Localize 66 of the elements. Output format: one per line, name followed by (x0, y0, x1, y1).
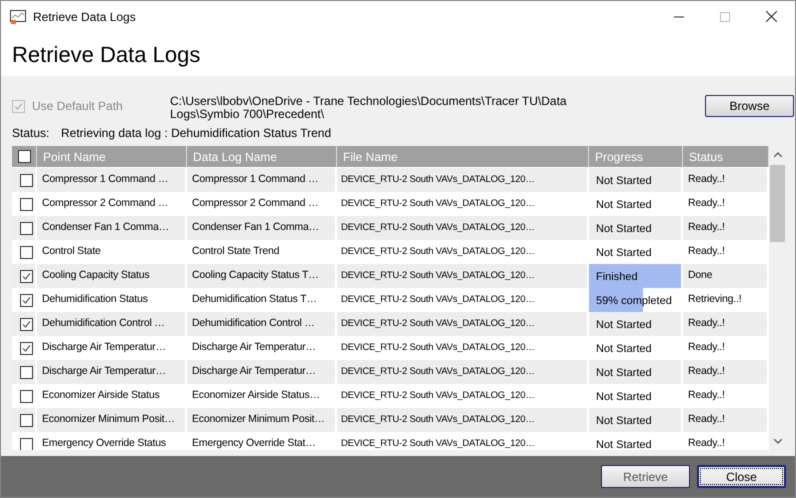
scroll-down-icon[interactable] (774, 439, 782, 444)
table-cell: Ready..! (683, 408, 767, 432)
column-header[interactable]: Point Name (37, 146, 187, 167)
status-text: Retrieving data log : Dehumidification Status Trend (61, 125, 332, 142)
progress-text: Not Started (595, 318, 652, 334)
scroll-thumb[interactable] (770, 165, 785, 242)
progress-text: Not Started (595, 222, 652, 238)
table-cell: Cooling Capacity Status T… (187, 264, 335, 288)
column-header[interactable]: File Name (337, 146, 589, 167)
progress-text: Not Started (595, 174, 652, 190)
select-all-checkbox[interactable] (18, 150, 30, 163)
progress-text: 59% completed (595, 294, 672, 310)
table-cell: DEVICE_RTU-2 South VAVs_DATALOG_120… (337, 264, 587, 288)
table-cell: DEVICE_RTU-2 South VAVs_DATALOG_120… (337, 360, 587, 384)
table-cell: Dehumidification Control … (37, 312, 185, 336)
table-cell: Economizer Minimum Posit… (187, 408, 335, 432)
row-checkbox[interactable] (20, 414, 33, 426)
table-cell: Cooling Capacity Status (37, 264, 185, 288)
row-checkbox[interactable] (20, 270, 33, 282)
progress-text: Not Started (595, 198, 652, 214)
progress-text: Not Started (595, 414, 652, 430)
scroll-up-icon[interactable] (774, 152, 782, 157)
progress-text: Not Started (595, 246, 652, 262)
row-checkbox[interactable] (20, 318, 33, 330)
table-cell: Ready..! (683, 312, 767, 336)
row-checkbox[interactable] (20, 174, 33, 186)
table-cell: Condenser Fan 1 Comma… (37, 216, 185, 240)
progress-text: Not Started (595, 438, 652, 450)
row-checkbox[interactable] (20, 390, 33, 402)
row-checkbox[interactable] (20, 246, 33, 258)
app-icon (10, 10, 26, 24)
close-icon[interactable] (766, 11, 777, 22)
column-header[interactable]: Data Log Name (187, 146, 337, 167)
progress-text: Finished (595, 270, 638, 286)
table-cell: DEVICE_RTU-2 South VAVs_DATALOG_120… (337, 312, 587, 336)
progress-text: Not Started (595, 390, 652, 406)
row-checkbox[interactable] (20, 294, 33, 306)
table-cell: Economizer Minimum Posit… (37, 408, 185, 432)
status-label: Status: (12, 125, 50, 142)
column-header[interactable]: Progress (589, 146, 683, 167)
close-button[interactable]: Close (697, 465, 786, 488)
table-cell: Dehumidification Control … (187, 312, 335, 336)
table-cell: Condenser Fan 1 Comma… (187, 216, 335, 240)
progress-text: Not Started (595, 342, 652, 358)
retrieve-button[interactable]: Retrieve (601, 465, 690, 488)
path-text: C:\Users\lbobv\OneDrive - Trane Technologies\Documents\Tracer TU\Data Logs\Symbio 700\Precedent\ (170, 95, 568, 121)
table-cell: DEVICE_RTU-2 South VAVs_DATALOG_120… (337, 168, 587, 192)
browse-button[interactable]: Browse (705, 95, 794, 117)
table-cell: Discharge Air Temperatur… (37, 360, 185, 384)
table-cell: DEVICE_RTU-2 South VAVs_DATALOG_120… (337, 408, 587, 432)
table-cell: Done (683, 264, 767, 288)
row-checkbox[interactable] (20, 342, 33, 354)
row-checkbox[interactable] (20, 438, 33, 450)
table-cell: Compressor 1 Command … (37, 168, 185, 192)
page-heading: Retrieve Data Logs (12, 42, 200, 68)
row-checkbox[interactable] (20, 222, 33, 234)
table-cell: Compressor 1 Command … (187, 168, 335, 192)
table-cell: Ready..! (683, 216, 767, 240)
progress-text: Not Started (595, 366, 652, 382)
table-cell: DEVICE_RTU-2 South VAVs_DATALOG_120… (337, 216, 587, 240)
window-title: Retrieve Data Logs (33, 8, 136, 26)
row-checkbox[interactable] (20, 198, 33, 210)
table-cell: Ready..! (683, 360, 767, 384)
table-cell: Ready..! (683, 168, 767, 192)
row-checkbox[interactable] (20, 366, 33, 378)
table-cell: Discharge Air Temperatur… (187, 360, 335, 384)
